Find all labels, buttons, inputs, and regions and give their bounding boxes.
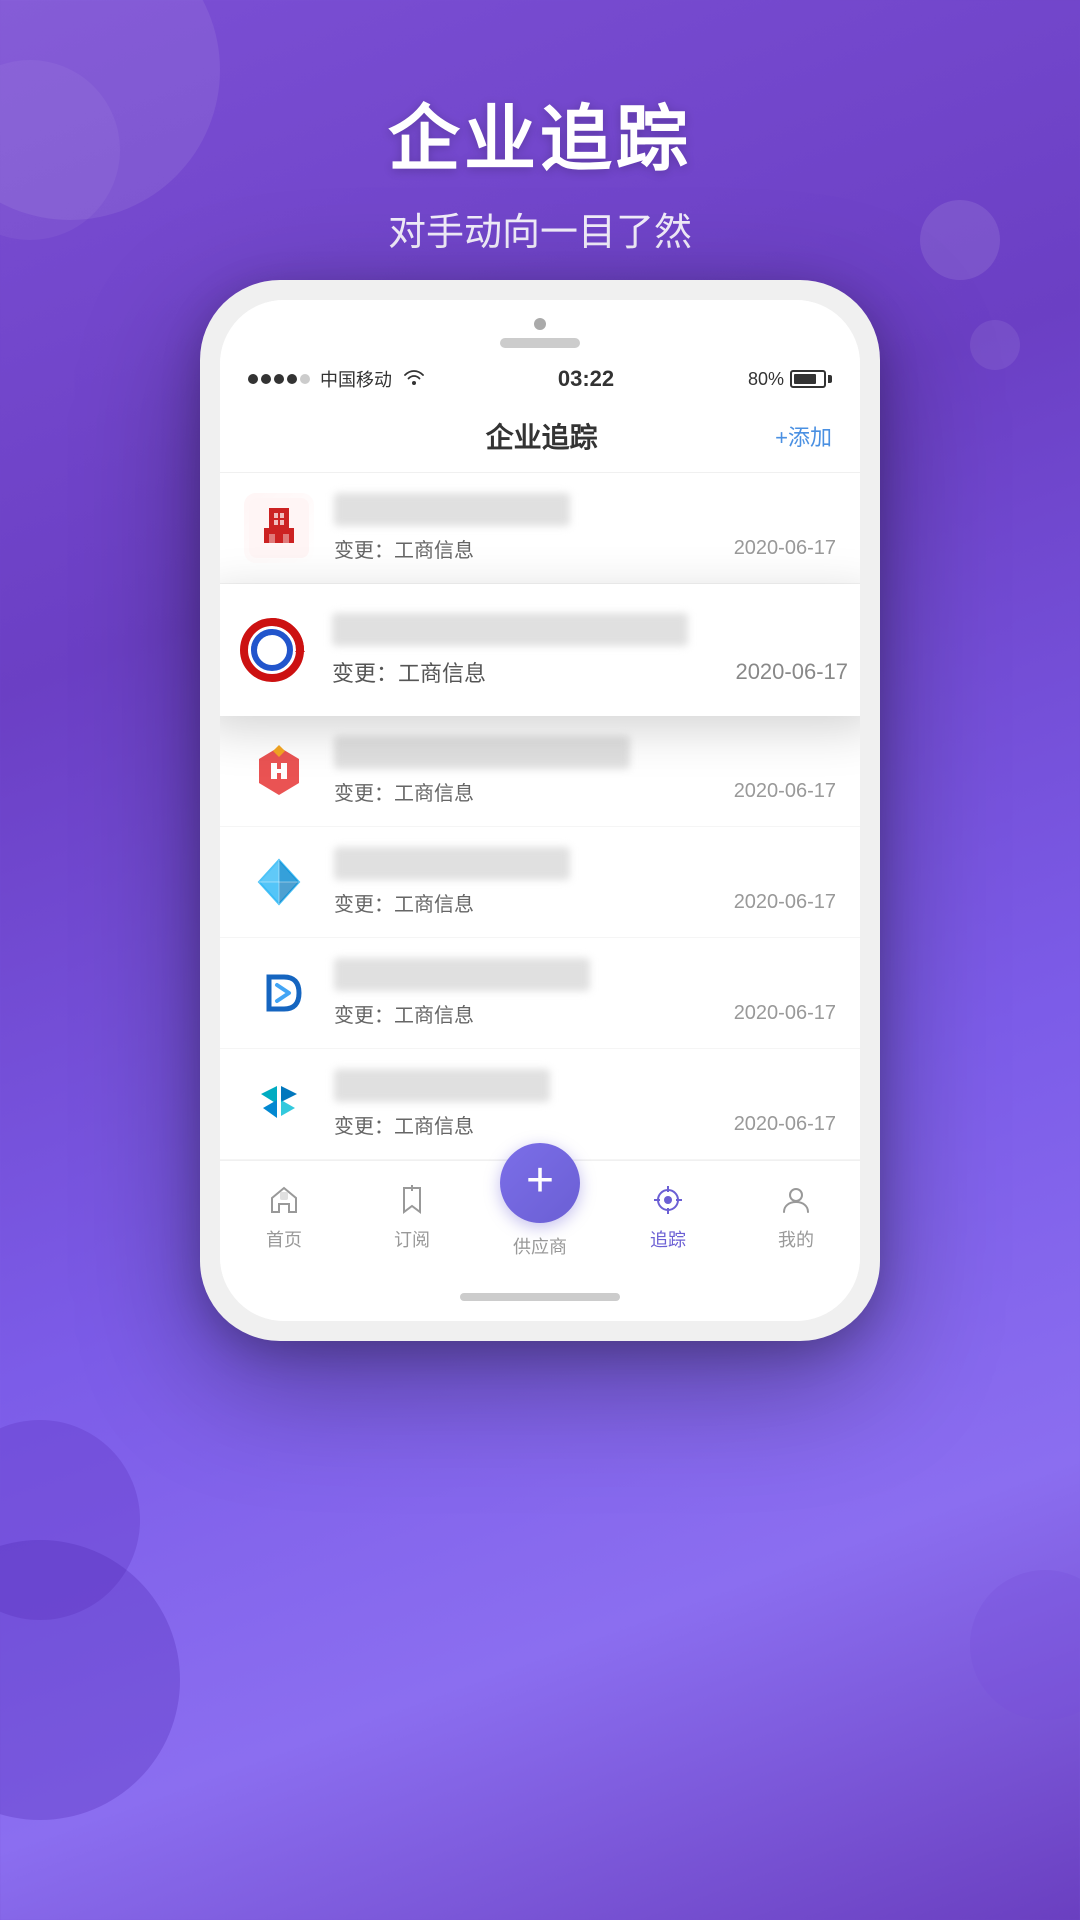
app-header: 企业追踪 +添加 <box>220 400 860 473</box>
phone-top <box>220 300 860 358</box>
company-logo-4 <box>244 847 314 917</box>
item-content-5: 兰州能源投资集团有限公司 变更：工商信息 2020-06-17 <box>334 958 836 1028</box>
status-time: 03:22 <box>558 366 614 392</box>
phone-camera <box>534 318 546 330</box>
change-date-6: 2020-06-17 <box>734 1113 836 1136</box>
bottom-nav: 首页 订阅 + <box>220 1160 860 1279</box>
item-row-4: 变更：工商信息 2020-06-17 <box>334 888 836 917</box>
sub-title: 对手动向一目了然 <box>0 201 1080 256</box>
phone-speaker <box>500 338 580 348</box>
status-right: 80% <box>748 369 832 390</box>
company-logo-3 <box>244 736 314 806</box>
wifi-icon <box>404 369 424 390</box>
company-name-5: 兰州能源投资集团有限公司 <box>334 958 836 991</box>
item-row-3: 变更：工商信息 2020-06-17 <box>334 777 836 806</box>
battery-tip <box>828 375 832 383</box>
track-icon <box>648 1180 688 1220</box>
header-section: 企业追踪 对手动向一目了然 <box>0 0 1080 256</box>
company-list: 甘肃建和源商贸有限公司 变更：工商信息 2020-06-17 <box>220 473 860 1160</box>
nav-item-track[interactable]: 追踪 <box>604 1180 732 1252</box>
change-info-5: 变更：工商信息 <box>334 999 474 1028</box>
company-logo-6 <box>244 1069 314 1139</box>
signal-dot-1 <box>248 374 258 384</box>
nav-item-mine[interactable]: 我的 <box>732 1180 860 1252</box>
change-date-4: 2020-06-17 <box>734 891 836 914</box>
highlighted-change-date: 2020-06-17 <box>735 659 848 685</box>
highlighted-card[interactable]: 甘肃电气装备集团石水暖工程有限公司 变更：工商信息 2020-06-17 <box>220 584 860 716</box>
bg-decoration-7 <box>970 1570 1080 1720</box>
item-content-1: 甘肃建和源商贸有限公司 变更：工商信息 2020-06-17 <box>334 493 836 563</box>
nav-label-home: 首页 <box>266 1226 302 1252</box>
battery-percent: 80% <box>748 369 784 390</box>
main-title: 企业追踪 <box>0 80 1080 185</box>
item-row-6: 变更：工商信息 2020-06-17 <box>334 1110 836 1139</box>
nav-label-supplier: 供应商 <box>513 1233 567 1259</box>
user-icon <box>776 1180 816 1220</box>
battery-fill <box>794 374 816 384</box>
phone-frame: 中国移动 03:22 80% <box>200 280 880 1341</box>
nav-label-mine: 我的 <box>778 1226 814 1252</box>
change-info-6: 变更：工商信息 <box>334 1110 474 1139</box>
company-logo-1 <box>244 493 314 563</box>
plus-icon: + <box>526 1157 554 1205</box>
nav-item-supplier[interactable]: + 供应商 <box>476 1173 604 1259</box>
signal-dot-2 <box>261 374 271 384</box>
home-indicator <box>220 1279 860 1321</box>
change-date-5: 2020-06-17 <box>734 1002 836 1025</box>
bg-decoration-4 <box>970 320 1020 370</box>
nav-add-button[interactable]: + <box>500 1143 580 1223</box>
change-info-3: 变更：工商信息 <box>334 777 474 806</box>
highlighted-item-row: 变更：工商信息 2020-06-17 <box>332 656 848 688</box>
highlighted-card-wrapper: 甘肃电气装备集团石水暖工程有限公司 变更：工商信息 2020-06-17 <box>220 584 860 716</box>
company-name-1: 甘肃建和源商贸有限公司 <box>334 493 836 526</box>
phone-mockup: 中国移动 03:22 80% <box>200 280 880 1341</box>
list-item-4[interactable]: 兰州生能源开发有限公司 变更：工商信息 2020-06-17 <box>220 827 860 938</box>
nav-item-subscribe[interactable]: 订阅 <box>348 1180 476 1252</box>
app-header-title: 企业追踪 <box>308 416 775 456</box>
signal-dots <box>248 374 310 384</box>
bookmark-icon <box>392 1180 432 1220</box>
item-content-4: 兰州生能源开发有限公司 变更：工商信息 2020-06-17 <box>334 847 836 917</box>
status-bar: 中国移动 03:22 80% <box>220 358 860 400</box>
highlighted-change-info: 变更：工商信息 <box>332 656 486 688</box>
bg-decoration-6 <box>0 1540 180 1820</box>
signal-dot-4 <box>287 374 297 384</box>
item-content-6: 甘肃博源广告有限公司 变更：工商信息 2020-06-17 <box>334 1069 836 1139</box>
carrier-text: 中国移动 <box>320 366 392 392</box>
add-tracking-button[interactable]: +添加 <box>775 420 832 452</box>
company-name-6: 甘肃博源广告有限公司 <box>334 1069 836 1102</box>
company-name-4: 兰州生能源开发有限公司 <box>334 847 836 880</box>
highlighted-item-content: 甘肃电气装备集团石水暖工程有限公司 变更：工商信息 2020-06-17 <box>332 613 848 688</box>
item-row-1: 变更：工商信息 2020-06-17 <box>334 534 836 563</box>
status-left: 中国移动 <box>248 366 424 392</box>
nav-label-subscribe: 订阅 <box>394 1226 430 1252</box>
change-info-4: 变更：工商信息 <box>334 888 474 917</box>
signal-dot-3 <box>274 374 284 384</box>
battery-body <box>790 370 826 388</box>
item-content-3: 兰州德嘉再生能源开发有限公司 变更：工商信息 2020-06-17 <box>334 736 836 806</box>
nav-item-home[interactable]: 首页 <box>220 1180 348 1252</box>
item-row-5: 变更：工商信息 2020-06-17 <box>334 999 836 1028</box>
change-info-1: 变更：工商信息 <box>334 534 474 563</box>
company-name-3: 兰州德嘉再生能源开发有限公司 <box>334 736 836 769</box>
nav-label-track: 追踪 <box>650 1226 686 1252</box>
phone-inner: 中国移动 03:22 80% <box>220 300 860 1321</box>
battery-icon <box>790 370 832 388</box>
change-date-1: 2020-06-17 <box>734 537 836 560</box>
list-item-5[interactable]: 兰州能源投资集团有限公司 变更：工商信息 2020-06-17 <box>220 938 860 1049</box>
change-date-3: 2020-06-17 <box>734 780 836 803</box>
list-item-3[interactable]: 兰州德嘉再生能源开发有限公司 变更：工商信息 2020-06-17 <box>220 716 860 827</box>
company-logo-2 <box>232 610 312 690</box>
list-item-1[interactable]: 甘肃建和源商贸有限公司 变更：工商信息 2020-06-17 <box>220 473 860 584</box>
signal-dot-5 <box>300 374 310 384</box>
company-logo-5 <box>244 958 314 1028</box>
home-icon <box>264 1180 304 1220</box>
highlighted-company-name: 甘肃电气装备集团石水暖工程有限公司 <box>332 613 848 646</box>
home-bar <box>460 1293 620 1301</box>
